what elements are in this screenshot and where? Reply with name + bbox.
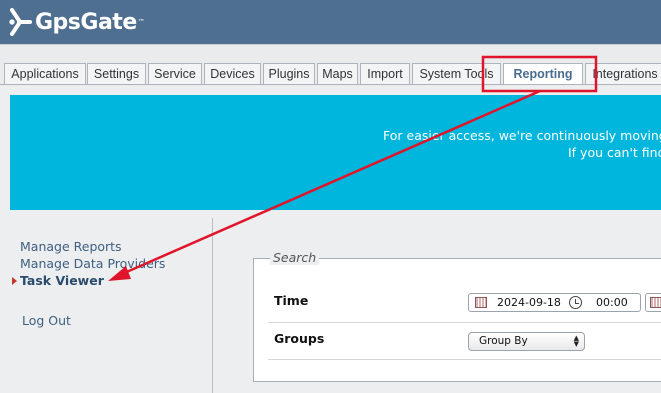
tab-settings[interactable]: Settings — [87, 63, 146, 84]
gpsgate-logo-icon — [9, 8, 32, 36]
tab-system-tools[interactable]: System Tools — [412, 63, 501, 84]
gpsgate-window: GpsGate ™ Applications Settings Service D… — [0, 0, 661, 393]
clock-icon[interactable] — [569, 296, 582, 309]
app-header: GpsGate ™ — [0, 0, 661, 44]
row-separator — [268, 359, 661, 360]
tab-devices[interactable]: Devices — [204, 63, 261, 84]
calendar-icon[interactable] — [650, 297, 661, 308]
search-legend: Search — [270, 250, 320, 265]
tab-applications[interactable]: Applications — [4, 63, 86, 84]
tab-plugins[interactable]: Plugins — [263, 63, 315, 84]
group-by-select[interactable]: Group By ▲ ▼ — [468, 332, 585, 351]
date-value: 2024-09-18 — [497, 296, 561, 309]
info-banner — [10, 95, 661, 210]
select-arrows-icon: ▲ ▼ — [573, 334, 579, 348]
main-tab-bar: Applications Settings Service Devices Pl… — [0, 44, 661, 86]
sidebar-item-task-viewer[interactable]: Task Viewer — [20, 273, 104, 288]
banner-text-line2: If you can't find — [568, 145, 661, 160]
logo[interactable]: GpsGate ™ — [6, 7, 145, 37]
sidebar-item-manage-data-providers[interactable]: Manage Data Providers — [20, 256, 165, 271]
sidebar-item-manage-reports[interactable]: Manage Reports — [20, 239, 122, 254]
tab-import[interactable]: Import — [360, 63, 410, 84]
tab-maps[interactable]: Maps — [317, 63, 358, 84]
groups-label: Groups — [274, 331, 325, 346]
sidebar-divider — [212, 218, 213, 393]
sidebar-item-log-out[interactable]: Log Out — [22, 313, 71, 328]
time-value: 00:00 — [596, 296, 628, 309]
tab-service[interactable]: Service — [148, 63, 202, 84]
search-fieldset — [253, 258, 661, 382]
logo-text: GpsGate — [35, 9, 137, 35]
tab-bar-divider — [0, 84, 661, 85]
active-item-marker-icon — [12, 277, 17, 285]
tab-integrations[interactable]: Integrations — [585, 63, 661, 84]
time-from-field[interactable]: 2024-09-18 00:00 — [468, 293, 641, 312]
calendar-icon[interactable] — [475, 297, 487, 308]
time-label: Time — [274, 293, 309, 308]
group-by-value: Group By — [479, 335, 528, 347]
tab-reporting[interactable]: Reporting — [503, 63, 583, 84]
row-separator — [268, 322, 661, 323]
logo-trademark: ™ — [137, 18, 145, 26]
banner-text-line1: For easier access, we're continuously mo… — [383, 128, 661, 143]
time-to-field[interactable] — [645, 293, 661, 312]
